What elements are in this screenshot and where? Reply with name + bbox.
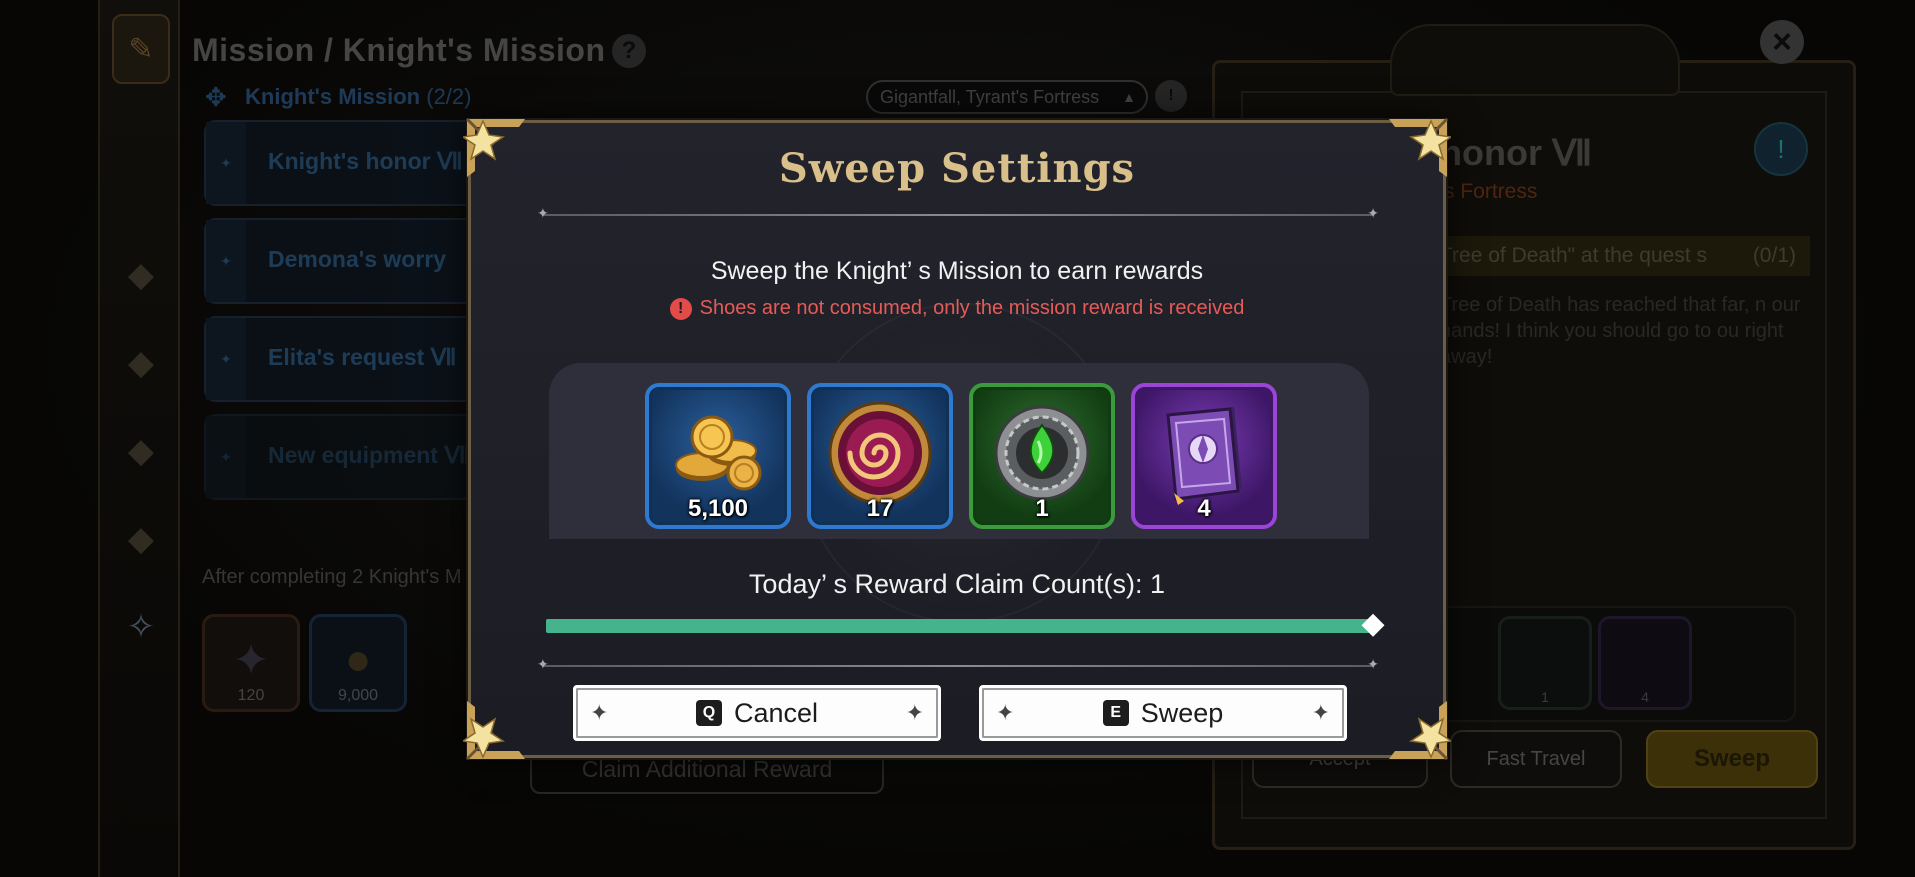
reward-count: 5,100 [687,495,749,522]
game-screen: ✎ ◆ ◆ ◆ ◆ ✧ Mission / Knight's Mission ?… [0,0,1915,877]
sparkle-icon: ✦ [1311,700,1330,725]
reward-count: 4 [1197,495,1211,522]
warning-text: Shoes are not consumed, only the mission… [699,297,1245,319]
gold-coins-icon [675,415,762,491]
reward-slot[interactable]: 1 [969,383,1115,529]
reward-slot[interactable]: 17 [807,383,953,529]
reward-count: 1 [1035,495,1049,522]
pink-swirl-orb-icon [828,401,932,505]
sweep-label: Sweep [1140,697,1224,728]
hotkey-badge: Q [695,700,722,726]
reward-tray: 5,100 17 1 4 [549,363,1369,539]
dialog-warning: ! Shoes are not consumed, only the missio… [471,297,1443,320]
green-gem-medallion-icon [994,405,1090,501]
sweep-settings-dialog: Sweep Settings Sweep the Knight’ s Missi… [463,117,1451,761]
warning-icon: ! [669,298,692,320]
purple-spellbook-icon [1166,407,1242,505]
sparkle-icon: ✦ [905,700,924,725]
sweep-button[interactable]: ✦ E Sweep ✦ [979,685,1347,741]
slider-knob-icon[interactable]: ◆ [1358,609,1388,639]
sparkle-icon: ✦ [996,700,1015,725]
reward-claim-count: Today’ s Reward Claim Count(s): 1 [748,569,1166,599]
cancel-label: Cancel [733,697,819,728]
dialog-description: Sweep the Knight’ s Mission to earn rewa… [710,257,1204,285]
cancel-button[interactable]: ✦ Q Cancel ✦ [573,685,941,741]
claim-count-slider[interactable]: ◆ [546,609,1385,639]
reward-slot[interactable]: 4 [1131,383,1277,529]
corner-ornament-icon [1371,683,1451,763]
hotkey-badge: E [1102,700,1129,726]
footer-divider [537,656,1379,673]
slider-fill [546,619,1374,633]
sparkle-icon: ✦ [590,700,609,725]
corner-ornament-icon [463,683,543,763]
dialog-title: Sweep Settings [778,145,1136,192]
title-divider [537,205,1379,222]
reward-slot[interactable]: 5,100 [645,383,791,529]
reward-count: 17 [866,495,894,522]
